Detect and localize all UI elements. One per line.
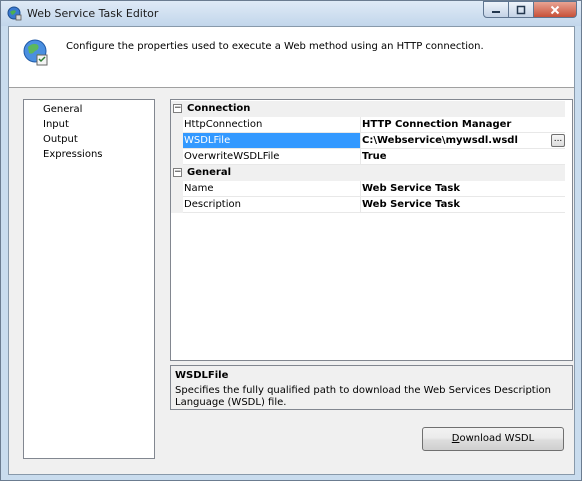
property-row-httpconnection[interactable]: HttpConnection HTTP Connection Manager: [171, 117, 565, 133]
description-text: Specifies the fully qualified path to do…: [175, 385, 551, 408]
property-value[interactable]: Web Service Task: [361, 197, 565, 213]
property-description-pane: WSDLFile Specifies the fully qualified p…: [170, 365, 573, 410]
property-name-text: WSDLFile: [184, 135, 231, 146]
nav-item-output[interactable]: Output: [43, 134, 78, 145]
download-wsdl-accelerator: D: [451, 433, 460, 444]
maximize-icon: [516, 5, 526, 14]
row-gutter: [171, 197, 183, 213]
property-name-text: OverwriteWSDLFile: [184, 151, 280, 162]
row-gutter: [171, 149, 183, 165]
category-row-general: − General: [171, 165, 565, 181]
page-navigation-list: General Input Output Expressions: [23, 99, 155, 459]
category-label: Connection: [187, 103, 251, 114]
row-gutter: [171, 133, 183, 149]
property-value[interactable]: C:\Webservice\mywsdl.wsdl: [361, 133, 565, 149]
maximize-button[interactable]: [509, 1, 534, 18]
nav-item-input[interactable]: Input: [43, 119, 69, 130]
nav-item-general[interactable]: General: [43, 104, 82, 115]
property-value-text: True: [362, 151, 387, 162]
property-value-text: HTTP Connection Manager: [362, 119, 512, 130]
web-service-task-editor-window: Web Service Task Editor Configure the pr…: [0, 0, 582, 481]
category-label: General: [187, 167, 231, 178]
browse-ellipsis-button[interactable]: ...: [551, 134, 565, 147]
caption-buttons: [483, 1, 577, 18]
close-icon: [550, 5, 560, 14]
property-value-text: C:\Webservice\mywsdl.wsdl: [362, 135, 518, 146]
description-title: WSDLFile: [175, 370, 229, 381]
title-bar[interactable]: Web Service Task Editor: [1, 1, 581, 26]
property-value[interactable]: True: [361, 149, 565, 165]
property-row-name[interactable]: Name Web Service Task: [171, 181, 565, 197]
property-value-text: Web Service Task: [362, 183, 461, 194]
category-row-connection: − Connection: [171, 101, 565, 117]
dialog-client-area: Configure the properties used to execute…: [8, 26, 575, 475]
property-name-text: HttpConnection: [184, 119, 263, 130]
property-name: WSDLFile: [183, 133, 361, 149]
property-name: Name: [183, 181, 361, 197]
property-value[interactable]: Web Service Task: [361, 181, 565, 197]
property-row-wsdlfile[interactable]: WSDLFile C:\Webservice\mywsdl.wsdl ...: [171, 133, 565, 149]
minimize-icon: [492, 10, 500, 13]
web-service-task-icon: [7, 6, 22, 21]
property-row-description[interactable]: Description Web Service Task: [171, 197, 565, 213]
nav-item-expressions[interactable]: Expressions: [43, 149, 103, 160]
property-name: HttpConnection: [183, 117, 361, 133]
row-gutter: [171, 181, 183, 197]
property-name-text: Description: [184, 199, 241, 210]
minimize-button[interactable]: [483, 1, 509, 18]
property-name-text: Name: [184, 183, 214, 194]
property-value[interactable]: HTTP Connection Manager: [361, 117, 565, 133]
web-service-globe-icon: [23, 39, 48, 66]
property-row-overwritewsdlfile[interactable]: OverwriteWSDLFile True: [171, 149, 565, 165]
collapse-icon[interactable]: −: [173, 168, 182, 177]
property-grid: − Connection HttpConnection HTTP Connect…: [170, 99, 573, 361]
collapse-icon[interactable]: −: [173, 104, 182, 113]
dialog-header: Configure the properties used to execute…: [9, 27, 574, 88]
download-wsdl-label: ownload WSDL: [459, 433, 535, 444]
property-name: OverwriteWSDLFile: [183, 149, 361, 165]
close-button[interactable]: [534, 1, 577, 18]
download-wsdl-button[interactable]: Download WSDL: [422, 427, 564, 451]
header-description: Configure the properties used to execute…: [66, 41, 484, 52]
property-name: Description: [183, 197, 361, 213]
row-gutter: [171, 117, 183, 133]
window-title: Web Service Task Editor: [27, 7, 159, 20]
property-value-text: Web Service Task: [362, 199, 461, 210]
